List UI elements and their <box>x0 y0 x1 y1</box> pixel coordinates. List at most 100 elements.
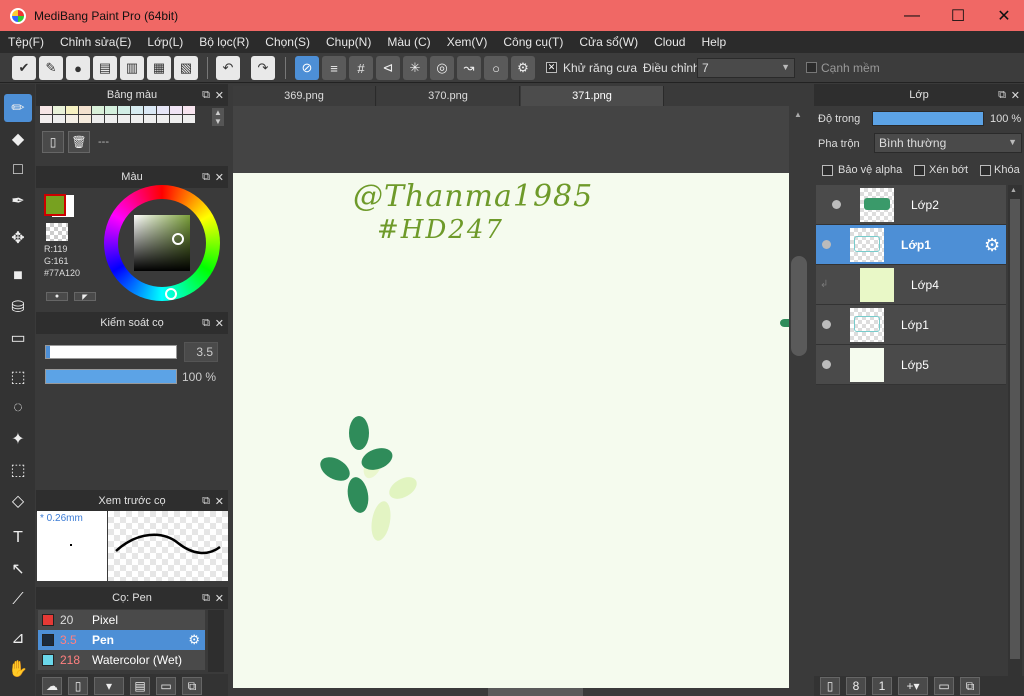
eraser-tool-icon[interactable]: ◆ <box>4 125 32 153</box>
add-brush-icon[interactable]: ▯ <box>68 677 88 695</box>
layer-item-lop4[interactable]: ↲ Lớp4 <box>816 265 1006 305</box>
brush-size-slider[interactable] <box>45 345 177 359</box>
canvas-area[interactable]: @Thanma1985 #HD247 <box>233 106 789 688</box>
document-canvas[interactable]: @Thanma1985 #HD247 <box>233 173 789 688</box>
eye-icon[interactable] <box>832 200 841 209</box>
soft-edge-checkbox[interactable] <box>806 62 817 73</box>
swatch[interactable] <box>170 115 182 123</box>
swatch[interactable] <box>66 115 78 123</box>
menu-help[interactable]: Help <box>693 35 734 49</box>
hand-tool-icon[interactable]: ✋ <box>4 655 32 683</box>
select-eraser-icon[interactable]: ◇ <box>4 487 32 515</box>
panel-layout-icon[interactable]: ▦ <box>147 56 171 80</box>
swatch[interactable] <box>118 115 130 123</box>
swatch[interactable] <box>144 106 156 114</box>
folder-icon[interactable]: ▭ <box>156 677 176 695</box>
foreground-color-swatch[interactable] <box>44 194 66 216</box>
menu-file[interactable]: Tệp(F) <box>0 35 52 49</box>
brush-tool-icon[interactable]: ✏ <box>4 94 32 122</box>
perspective-snap-icon[interactable]: ⊲ <box>376 56 400 80</box>
layer-item-lop1-selected[interactable]: Lớp1 ⚙ <box>816 225 1006 265</box>
cloud-brush-icon[interactable]: ☁ <box>42 677 62 695</box>
popout-icon[interactable]: ⧉ <box>202 171 210 184</box>
minimize-button[interactable]: — <box>889 0 935 31</box>
scroll-up-icon[interactable]: ▲ <box>1010 187 1017 194</box>
swatch[interactable] <box>157 106 169 114</box>
select-pen-icon[interactable]: ✒ <box>4 187 32 215</box>
curve-snap-icon[interactable]: ↝ <box>457 56 481 80</box>
swatch[interactable] <box>79 115 91 123</box>
swatch[interactable] <box>79 106 91 114</box>
eyedropper-mini-icon[interactable]: ◤ <box>74 292 96 301</box>
trash-icon[interactable]: 🗑 <box>68 131 90 153</box>
divide-tool-icon[interactable]: ⟋ <box>4 586 32 614</box>
redo-icon[interactable]: ↷ <box>251 56 275 80</box>
swatch[interactable] <box>105 106 117 114</box>
canvas-horizontal-scrollbar[interactable] <box>233 688 809 696</box>
popout-icon[interactable]: ⧉ <box>202 89 210 102</box>
new-8bit-layer-icon[interactable]: 8 <box>846 677 866 695</box>
close-icon[interactable]: ✕ <box>215 495 224 508</box>
swatch[interactable] <box>157 115 169 123</box>
speech-bubble-icon[interactable]: ✎ <box>39 56 63 80</box>
popout-icon[interactable]: ⧉ <box>998 89 1006 102</box>
swatch[interactable] <box>53 106 65 114</box>
horizontal-scroll-thumb[interactable] <box>488 688 583 696</box>
select-rect-icon[interactable]: ⬚ <box>4 363 32 391</box>
layer-item-lop1[interactable]: Lớp1 <box>816 305 1006 345</box>
menu-edit[interactable]: Chỉnh sửa(E) <box>52 35 139 49</box>
select-pen-tool-icon[interactable]: ⬚ <box>4 456 32 484</box>
brush-item-pen[interactable]: 3.5 Pen ⚙ <box>38 630 205 650</box>
new-layer-icon[interactable]: ▯ <box>820 677 840 695</box>
menu-color[interactable]: Màu (C) <box>379 35 438 49</box>
brush-type-menu-icon[interactable]: ▾ <box>94 677 124 695</box>
maximize-button[interactable]: ☐ <box>935 0 981 31</box>
dot-tool-icon[interactable]: □ <box>4 156 32 184</box>
palette-scroll[interactable]: ▲ ▼ <box>212 108 224 126</box>
menu-view[interactable]: Xem(V) <box>439 35 496 49</box>
brush-property-icon[interactable]: ▤ <box>130 677 150 695</box>
lock-checkbox[interactable] <box>980 165 991 176</box>
brush-size-value[interactable]: 3.5 <box>184 342 218 362</box>
swatch[interactable] <box>131 115 143 123</box>
new-palette-icon[interactable]: ▯ <box>42 131 64 153</box>
layer-scroll-thumb[interactable] <box>1010 199 1020 659</box>
parallel-snap-icon[interactable]: ≡ <box>322 56 346 80</box>
swatch[interactable] <box>40 106 52 114</box>
gear-icon[interactable]: ⚙ <box>188 632 200 648</box>
undo-icon[interactable]: ↶ <box>216 56 240 80</box>
copy-brush-icon[interactable]: ⧉ <box>182 677 202 695</box>
swatch[interactable] <box>170 106 182 114</box>
tab-369[interactable]: 369.png <box>233 86 376 106</box>
tab-371[interactable]: 371.png <box>521 86 664 106</box>
menu-filter[interactable]: Bộ lọc(R) <box>191 35 257 49</box>
grid-check-icon[interactable]: ▧ <box>174 56 198 80</box>
folder-icon[interactable]: ▭ <box>934 677 954 695</box>
menu-layer[interactable]: Lớp(L) <box>139 35 191 49</box>
snap-settings-icon[interactable]: ⚙ <box>511 56 535 80</box>
scroll-up-icon[interactable]: ▲ <box>794 110 802 119</box>
operation-tool-icon[interactable]: ↖ <box>4 555 32 583</box>
duplicate-layer-icon[interactable]: ⧉ <box>960 677 980 695</box>
add-layer-menu-icon[interactable]: +▾ <box>898 677 928 695</box>
color-wheel[interactable] <box>104 185 220 301</box>
clip-checkbox[interactable] <box>914 165 925 176</box>
brush-opacity-slider[interactable] <box>45 369 177 384</box>
brush-item-pixel[interactable]: 20 Pixel <box>38 610 205 630</box>
swatch[interactable] <box>40 115 52 123</box>
canvas-vertical-scrollbar[interactable]: ▲ <box>789 106 809 688</box>
magic-wand-icon[interactable]: ✦ <box>4 425 32 453</box>
menu-snap[interactable]: Chụp(N) <box>318 35 379 49</box>
tab-370[interactable]: 370.png <box>377 86 520 106</box>
swatch[interactable] <box>66 106 78 114</box>
snap-off-icon[interactable]: ⊘ <box>295 56 319 80</box>
swatch[interactable] <box>144 115 156 123</box>
lasso-tool-icon[interactable]: ◌ <box>4 394 32 422</box>
circle-snap-icon[interactable]: ○ <box>484 56 508 80</box>
eye-icon[interactable] <box>822 360 831 369</box>
menu-tools[interactable]: Công cụ(T) <box>495 35 571 49</box>
fill-rect-icon[interactable]: ■ <box>4 262 32 290</box>
color-mode-button[interactable]: ● <box>46 292 68 301</box>
swatch[interactable] <box>105 115 117 123</box>
menu-select[interactable]: Chọn(S) <box>257 35 318 49</box>
